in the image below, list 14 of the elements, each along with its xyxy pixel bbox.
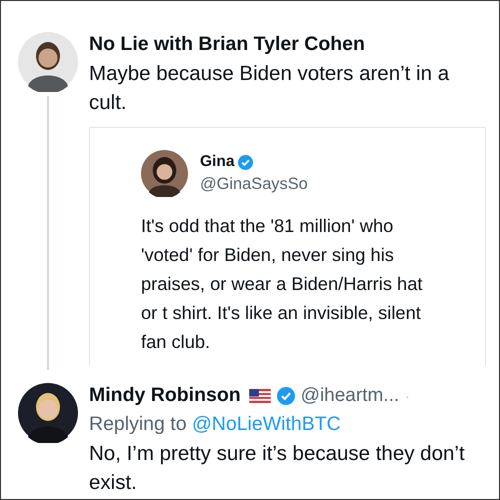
user-handle[interactable]: @GinaSaysSo xyxy=(200,175,308,194)
avatar[interactable] xyxy=(18,32,78,92)
avatar[interactable] xyxy=(18,383,78,443)
author-name[interactable]: Mindy Robinson xyxy=(89,384,241,407)
post-text: Maybe because Biden voters aren’t in a cult. xyxy=(89,61,450,116)
avatar[interactable] xyxy=(141,150,188,197)
post-text: No, I’m pretty sure it’s because they don’t exist. xyxy=(89,441,466,496)
author-name[interactable]: Gina xyxy=(200,153,234,171)
quoted-post-text: It's odd that the '81 million' who 'voted' for Biden, never sing his praises, or wear a Biden/Harris hat or t shirt. It's like an invisible, silent fan club. xyxy=(141,214,424,354)
replying-to-text: Replying to @NoLieWithBTC xyxy=(89,413,342,436)
quoted-post-card[interactable]: Gina @GinaSaysSo It's odd that the '81 million' who 'voted' for Biden, never sing his praises, or wear a Biden/Harris hat or t shirt. It's like an invisible, silent fan club. xyxy=(89,127,486,366)
user-handle[interactable]: @iheartm... xyxy=(300,384,400,406)
author-name[interactable]: No Lie with Brian Tyler Cohen xyxy=(89,33,365,56)
separator-dot: · xyxy=(405,388,410,404)
